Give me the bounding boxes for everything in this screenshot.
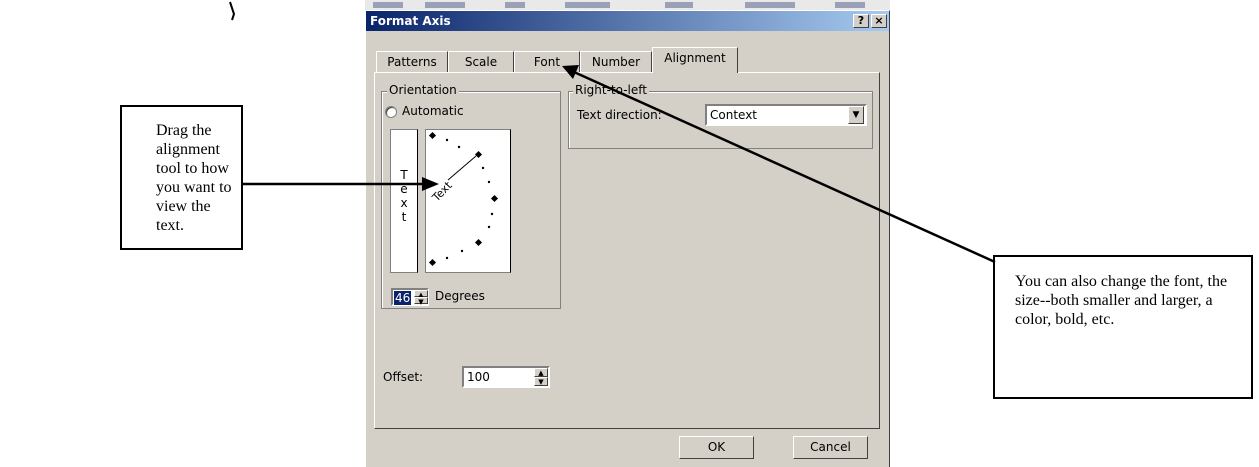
text-direction-label: Text direction: [577, 108, 662, 122]
offset-label: Offset: [383, 370, 424, 384]
dial-handle[interactable] [474, 150, 483, 159]
dial-marker-bottom [428, 258, 437, 267]
vertical-text-stack: T e x t [399, 168, 409, 224]
dial-text: Text [429, 179, 455, 205]
text-direction-value: Context [710, 108, 758, 122]
tab-alignment[interactable]: Alignment [652, 47, 738, 73]
automatic-radio[interactable] [385, 106, 397, 118]
tab-number[interactable]: Number [580, 51, 652, 73]
alignment-tab-panel: Orientation Automatic T e x t Text 46 ▲ … [374, 72, 880, 429]
text-direction-dropdown-button[interactable]: ▼ [848, 106, 864, 124]
degrees-value: 46 [394, 291, 412, 305]
cancel-button[interactable]: Cancel [793, 436, 868, 459]
automatic-label: Automatic [402, 104, 464, 118]
left-callout-text: Drag the alignment tool to how you want … [156, 122, 232, 234]
dial-marker-lower [474, 238, 483, 247]
close-button[interactable]: × [871, 14, 887, 28]
right-callout-text: You can also change the font, the size--… [1015, 273, 1228, 328]
offset-spin-up[interactable]: ▲ [534, 368, 548, 377]
format-axis-dialog: Format Axis ? × Patterns Scale Font Numb… [365, 10, 890, 467]
dial-graphic: Text [428, 131, 499, 267]
background-toolbar-strip [365, 0, 890, 10]
degrees-spin-up[interactable]: ▲ [414, 290, 428, 299]
offset-spin-down[interactable]: ▼ [534, 377, 548, 386]
left-callout: Drag the alignment tool to how you want … [120, 105, 243, 250]
dial-marker-middle [490, 194, 499, 203]
help-button[interactable]: ? [853, 14, 869, 28]
crop-fragment-glyph [229, 1, 236, 21]
degrees-label: Degrees [435, 289, 485, 303]
text-direction-select[interactable]: Context [705, 104, 867, 126]
vertical-letter: x [400, 196, 408, 210]
tab-scale[interactable]: Scale [448, 51, 514, 73]
tab-patterns[interactable]: Patterns [376, 51, 448, 73]
right-callout: You can also change the font, the size--… [993, 255, 1253, 399]
right-to-left-group-label: Right-to-left [573, 83, 649, 97]
dialog-title: Format Axis [370, 14, 451, 28]
title-bar: Format Axis ? × [366, 11, 889, 31]
ok-button[interactable]: OK [679, 436, 754, 459]
tab-font[interactable]: Font [514, 51, 580, 73]
vertical-letter: e [400, 182, 408, 196]
orientation-dial[interactable]: Text [425, 129, 511, 273]
degrees-spin-down[interactable]: ▼ [414, 297, 428, 306]
dial-marker-top [428, 131, 437, 140]
vertical-letter: T [400, 168, 408, 182]
top-left-crop-fragment [228, 0, 238, 22]
offset-value: 100 [467, 370, 490, 384]
vertical-letter: t [401, 210, 407, 224]
orientation-group-label: Orientation [387, 83, 459, 97]
vertical-text-option[interactable]: T e x t [390, 129, 418, 273]
